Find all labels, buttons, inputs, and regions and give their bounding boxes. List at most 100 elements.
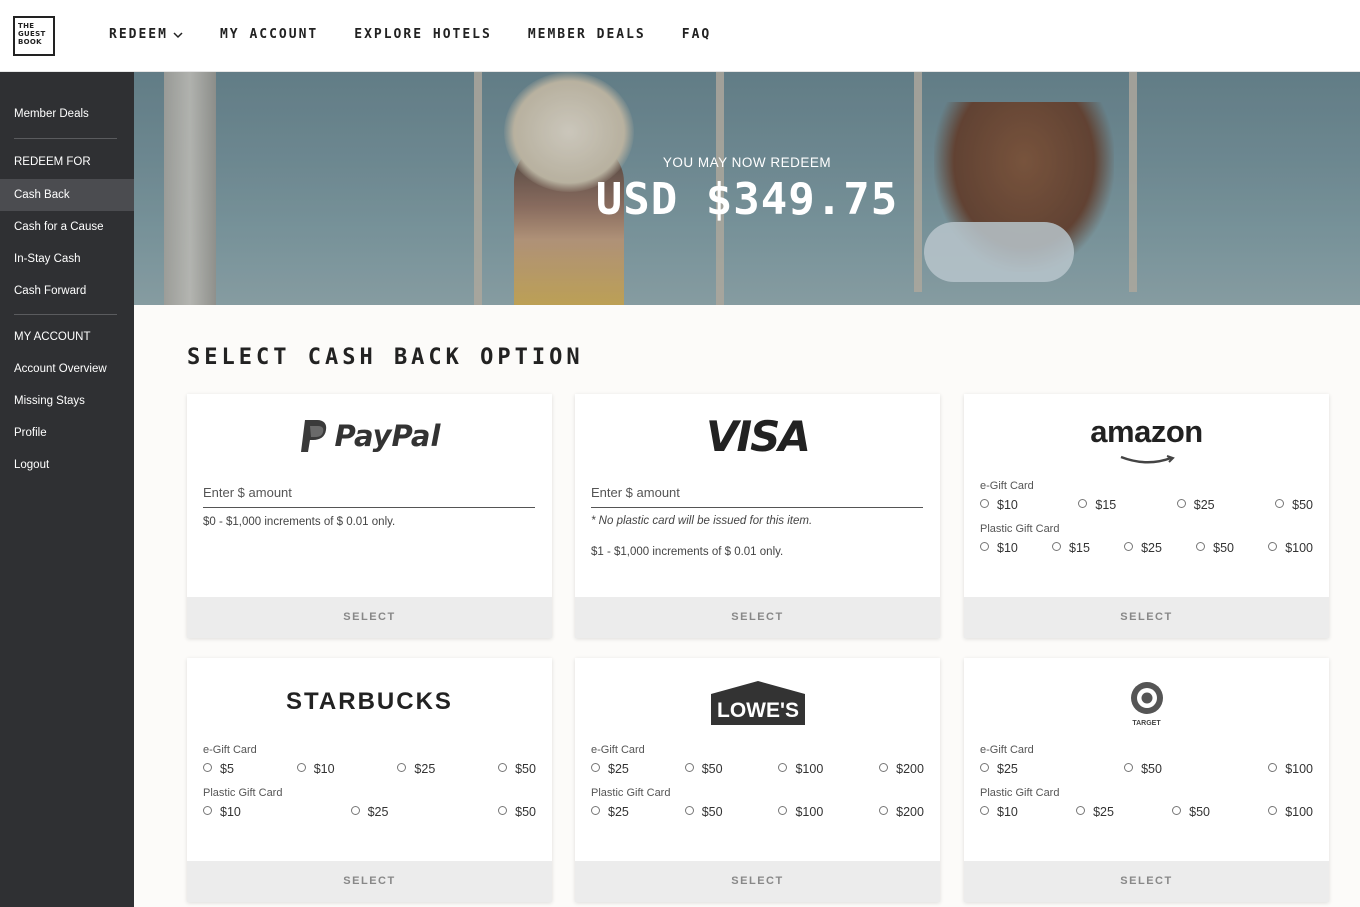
radio-button[interactable] xyxy=(684,763,694,772)
radio-button[interactable] xyxy=(1076,806,1086,815)
radio-button[interactable] xyxy=(1052,542,1062,551)
lowes-plastic-option[interactable]: $200 xyxy=(879,805,924,819)
radio-button[interactable] xyxy=(1268,806,1278,815)
redeem-subtitle: YOU MAY NOW REDEEM xyxy=(662,155,832,170)
target-egift-option[interactable]: $25 xyxy=(980,762,1018,776)
amazon-plastic-option[interactable]: $10 xyxy=(980,541,1018,555)
visa-select-button[interactable]: SELECT xyxy=(575,597,940,638)
amazon-plastic-options: $10 $15 $25 $50 $100 xyxy=(980,541,1313,555)
target-egift-option[interactable]: $50 xyxy=(1124,762,1162,776)
sidebar-item-account-overview[interactable]: Account Overview xyxy=(0,353,134,385)
amazon-plastic-option[interactable]: $15 xyxy=(1052,541,1090,555)
radio-button[interactable] xyxy=(1078,499,1088,508)
amazon-egift-option[interactable]: $25 xyxy=(1176,498,1215,512)
radio-button[interactable] xyxy=(1124,542,1134,551)
radio-button[interactable] xyxy=(350,806,360,815)
radio-button[interactable] xyxy=(778,763,788,772)
radio-button[interactable] xyxy=(980,806,989,815)
radio-button[interactable] xyxy=(296,763,306,772)
radio-button[interactable] xyxy=(203,806,212,815)
target-plastic-option[interactable]: $50 xyxy=(1172,805,1210,819)
option-value: $100 xyxy=(795,805,824,819)
paypal-select-button[interactable]: SELECT xyxy=(187,597,552,638)
guest-book-logo[interactable]: THE GUEST BOOK xyxy=(13,16,55,56)
radio-button[interactable] xyxy=(1268,542,1278,551)
starbucks-plastic-option[interactable]: $25 xyxy=(350,805,388,819)
radio-button[interactable] xyxy=(1172,806,1182,815)
target-bullseye-icon xyxy=(1130,682,1163,714)
radio-button[interactable] xyxy=(879,806,889,815)
lowes-select-button[interactable]: SELECT xyxy=(575,861,940,902)
amazon-egift-options: $10 $15 $25 $50 xyxy=(980,498,1313,512)
amazon-plastic-option[interactable]: $50 xyxy=(1196,541,1234,555)
visa-amount-input[interactable] xyxy=(591,478,923,508)
radio-button[interactable] xyxy=(879,763,889,772)
lowes-egift-option[interactable]: $25 xyxy=(591,762,629,776)
radio-button[interactable] xyxy=(397,763,407,772)
nav-faq[interactable]: FAQ xyxy=(682,27,711,42)
radio-button[interactable] xyxy=(1275,499,1285,508)
starbucks-select-button[interactable]: SELECT xyxy=(187,861,552,902)
amazon-select-button[interactable]: SELECT xyxy=(964,597,1329,638)
sidebar-item-member-deals[interactable]: Member Deals xyxy=(0,98,134,130)
radio-button[interactable] xyxy=(1268,763,1278,772)
paypal-amount-input[interactable] xyxy=(203,478,535,508)
radio-button[interactable] xyxy=(591,806,600,815)
starbucks-plastic-option[interactable]: $50 xyxy=(498,805,536,819)
sidebar-item-missing-stays[interactable]: Missing Stays xyxy=(0,385,134,417)
sidebar-item-in-stay-cash[interactable]: In-Stay Cash xyxy=(0,243,134,275)
starbucks-egift-option[interactable]: $5 xyxy=(203,762,234,776)
radio-button[interactable] xyxy=(980,763,989,772)
hero-banner: YOU MAY NOW REDEEM USD $349.75 xyxy=(134,72,1360,305)
option-value: $50 xyxy=(515,762,536,776)
starbucks-egift-option[interactable]: $10 xyxy=(296,762,335,776)
paypal-amount-note: $0 - $1,000 increments of $ 0.01 only. xyxy=(203,516,396,528)
radio-button[interactable] xyxy=(980,542,989,551)
lowes-egift-option[interactable]: $100 xyxy=(778,762,823,776)
lowes-plastic-option[interactable]: $25 xyxy=(591,805,629,819)
target-egift-option[interactable]: $100 xyxy=(1268,762,1313,776)
starbucks-egift-option[interactable]: $25 xyxy=(397,762,435,776)
nav-redeem[interactable]: REDEEM xyxy=(109,27,184,42)
radio-button[interactable] xyxy=(498,806,508,815)
paypal-card: PayPal $0 - $1,000 increments of $ 0.01 … xyxy=(187,394,552,638)
radio-button[interactable] xyxy=(203,763,212,772)
radio-button[interactable] xyxy=(778,806,788,815)
lowes-plastic-option[interactable]: $100 xyxy=(778,805,823,819)
nav-member-deals-label: MEMBER DEALS xyxy=(527,27,646,42)
nav-my-account[interactable]: MY ACCOUNT xyxy=(220,27,318,42)
radio-button[interactable] xyxy=(684,806,694,815)
radio-button[interactable] xyxy=(498,763,508,772)
nav-explore-hotels[interactable]: EXPLORE HOTELS xyxy=(354,27,492,42)
radio-button[interactable] xyxy=(1176,499,1186,508)
radio-button[interactable] xyxy=(591,763,600,772)
lowes-plastic-option[interactable]: $50 xyxy=(684,805,723,819)
amazon-wordmark: amazon xyxy=(1090,414,1203,449)
amazon-egift-option[interactable]: $10 xyxy=(980,498,1018,512)
target-plastic-option[interactable]: $100 xyxy=(1268,805,1313,819)
amazon-plastic-option[interactable]: $25 xyxy=(1124,541,1162,555)
lowes-egift-option[interactable]: $200 xyxy=(879,762,924,776)
sidebar-item-logout[interactable]: Logout xyxy=(0,449,134,481)
sidebar-item-profile[interactable]: Profile xyxy=(0,417,134,449)
starbucks-plastic-option[interactable]: $10 xyxy=(203,805,241,819)
target-plastic-option[interactable]: $25 xyxy=(1076,805,1114,819)
option-value: $15 xyxy=(1069,541,1090,555)
option-value: $50 xyxy=(1292,498,1313,512)
radio-button[interactable] xyxy=(1124,763,1134,772)
sidebar-item-cash-for-a-cause[interactable]: Cash for a Cause xyxy=(0,211,134,243)
starbucks-egift-option[interactable]: $50 xyxy=(498,762,536,776)
option-value: $50 xyxy=(1189,805,1210,819)
nav-member-deals[interactable]: MEMBER DEALS xyxy=(528,27,646,42)
radio-button[interactable] xyxy=(1196,542,1206,551)
sidebar-item-cash-back[interactable]: Cash Back xyxy=(0,179,134,211)
amazon-egift-option[interactable]: $50 xyxy=(1275,498,1313,512)
amazon-egift-option[interactable]: $15 xyxy=(1078,498,1116,512)
paypal-logo: PayPal xyxy=(187,418,552,458)
sidebar-item-cash-forward[interactable]: Cash Forward xyxy=(0,275,134,307)
amazon-plastic-option[interactable]: $100 xyxy=(1268,541,1313,555)
target-plastic-option[interactable]: $10 xyxy=(980,805,1018,819)
lowes-egift-option[interactable]: $50 xyxy=(684,762,723,776)
radio-button[interactable] xyxy=(980,499,989,508)
target-select-button[interactable]: SELECT xyxy=(964,861,1329,902)
